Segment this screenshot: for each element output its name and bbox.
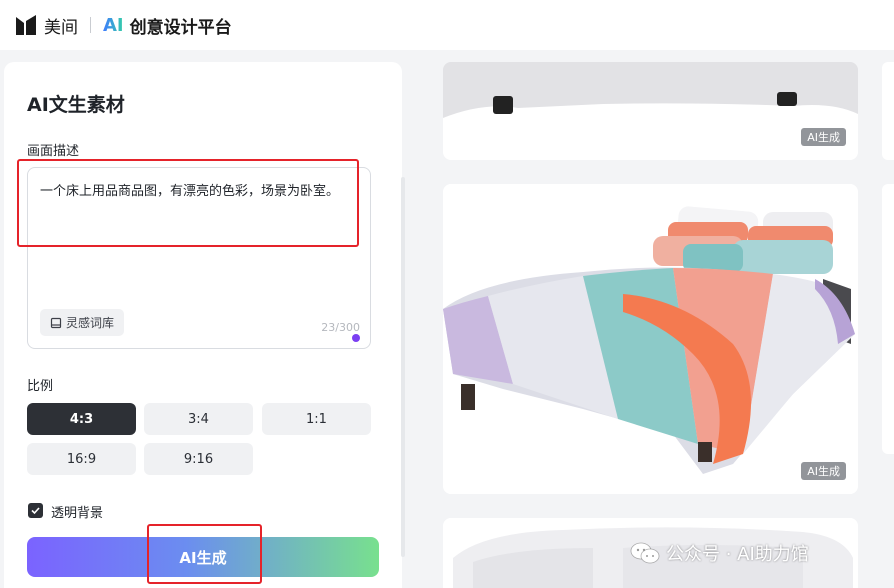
ai-generated-badge-2: AI生成 xyxy=(801,462,846,480)
header-divider xyxy=(90,17,91,33)
char-counter: 23/300 xyxy=(321,321,360,334)
bed-image-2 xyxy=(443,184,858,494)
status-dot-icon xyxy=(352,334,360,342)
watermark-text: 公众号 · AI助力馆 xyxy=(666,544,809,565)
transparent-bg-checkbox[interactable] xyxy=(28,503,43,518)
result-card-2[interactable]: AI生成 xyxy=(443,184,858,494)
wechat-icon xyxy=(630,542,660,564)
description-label: 画面描述 xyxy=(27,144,80,159)
bed-image-1 xyxy=(443,62,858,118)
result-card-right-1[interactable] xyxy=(882,62,894,160)
platform-title: 创意设计平台 xyxy=(129,17,232,38)
inspiration-library-button[interactable]: 灵感词库 xyxy=(40,309,125,336)
ratio-option-1-1[interactable]: 1:1 xyxy=(262,403,371,435)
ai-generated-badge-1: AI生成 xyxy=(801,128,846,146)
panel-scrollbar[interactable] xyxy=(401,177,405,557)
ai-text-to-asset-panel: AI文生素材 画面描述 一个床上用品商品图，有漂亮的色彩，场景为卧室。 灵感词库… xyxy=(4,62,405,588)
brand-name[interactable]: 美间 xyxy=(44,13,78,38)
prompt-textarea[interactable]: 一个床上用品商品图，有漂亮的色彩，场景为卧室。 灵感词库 23/300 xyxy=(27,167,371,349)
wechat-watermark: 公众号 · AI助力馆 xyxy=(630,540,809,566)
book-icon xyxy=(50,317,62,328)
result-card-right-2[interactable] xyxy=(882,184,894,454)
ratio-option-3-4[interactable]: 3:4 xyxy=(144,403,253,435)
result-card-1[interactable]: AI生成 xyxy=(443,62,858,160)
inspiration-library-label: 灵感词库 xyxy=(66,316,115,330)
meijian-logo-icon[interactable] xyxy=(14,13,38,37)
transparent-bg-label[interactable]: 透明背景 xyxy=(51,502,103,521)
ratio-option-16-9[interactable]: 16:9 xyxy=(27,443,136,475)
ratio-option-9-16[interactable]: 9:16 xyxy=(144,443,253,475)
ai-generate-button[interactable]: AI生成 xyxy=(27,537,379,577)
ratio-label: 比例 xyxy=(27,379,54,394)
ai-logo-mark: AI xyxy=(103,14,124,36)
panel-title: AI文生素材 xyxy=(27,94,125,116)
prompt-text[interactable]: 一个床上用品商品图，有漂亮的色彩，场景为卧室。 xyxy=(40,180,346,204)
top-bar: 美间 AI 创意设计平台 xyxy=(0,0,894,50)
ratio-option-4-3[interactable]: 4:3 xyxy=(27,403,136,435)
checkmark-icon xyxy=(31,507,40,515)
